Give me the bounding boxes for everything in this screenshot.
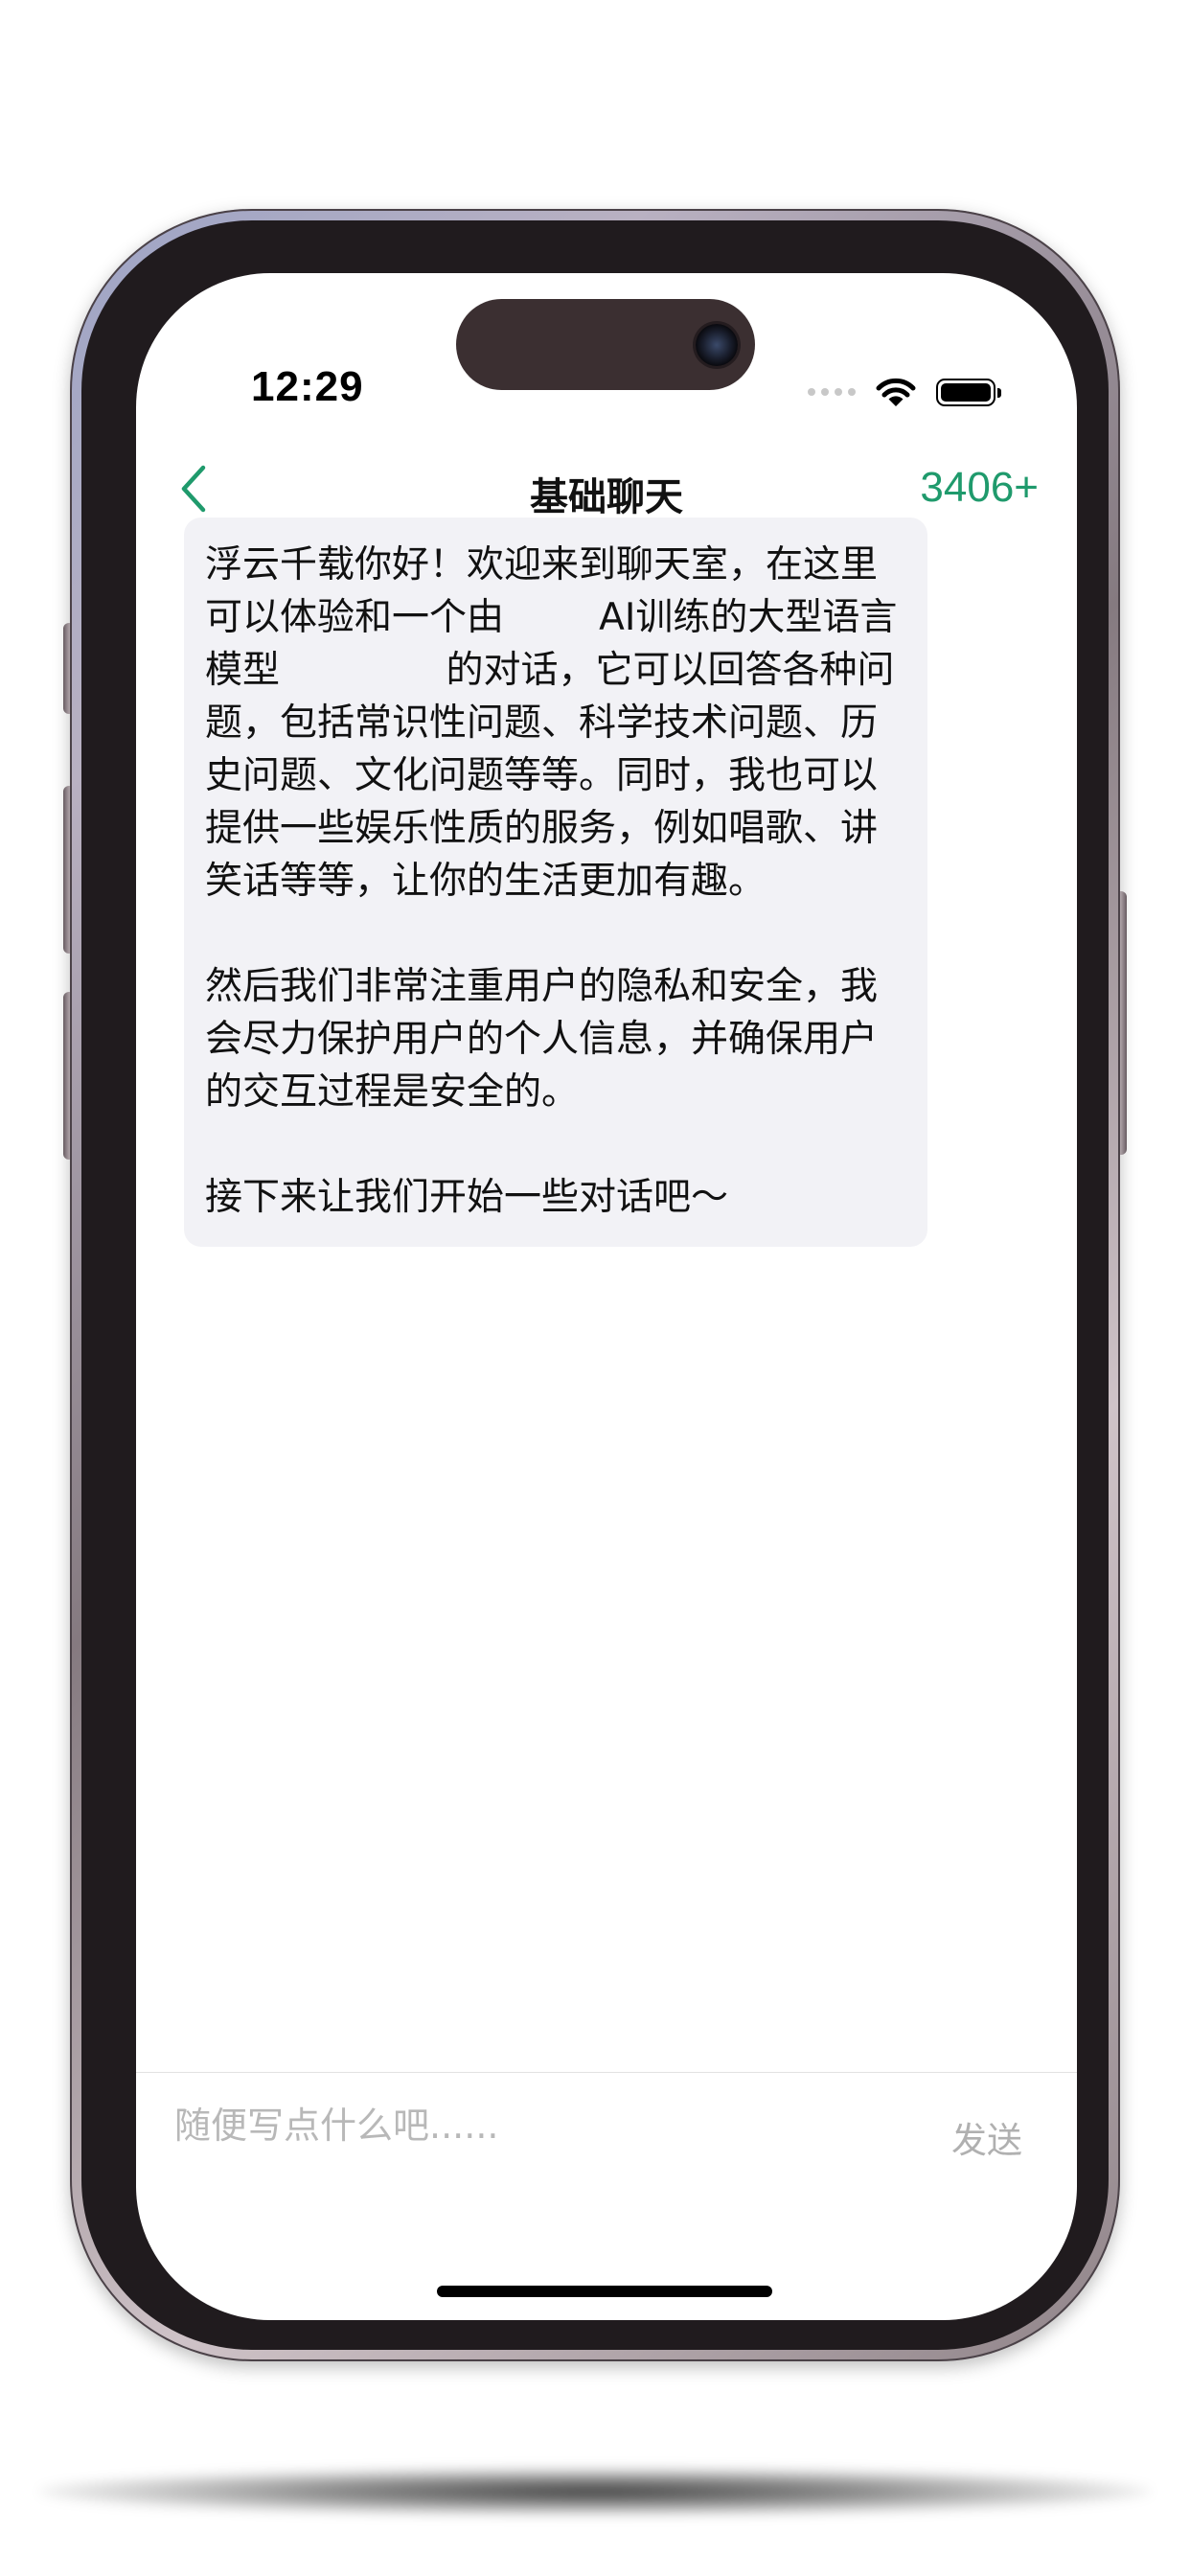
front-camera-icon <box>696 324 738 366</box>
status-time: 12:29 <box>251 363 364 410</box>
phone-frame: 12:29 基础聊天 3406+ 浮云千载你好！欢迎来到聊天室，在这里可以体验和… <box>70 209 1120 2361</box>
home-indicator[interactable] <box>437 2286 772 2297</box>
wifi-icon <box>876 378 916 406</box>
battery-icon <box>936 378 1001 406</box>
message-composer: 发送 <box>136 2072 1077 2178</box>
device-floor-shadow <box>38 2468 1152 2516</box>
message-paragraph: 接下来让我们开始一些对话吧～ <box>205 1176 729 1219</box>
phone-bezel: 12:29 基础聊天 3406+ 浮云千载你好！欢迎来到聊天室，在这里可以体验和… <box>81 220 1109 2350</box>
cellular-signal-icon <box>808 388 856 396</box>
battery-level <box>941 382 991 402</box>
message-paragraph: 浮云千载你好！欢迎来到聊天室，在这里可以体验和一个由 AI训练的大型语言模型 的… <box>205 543 898 903</box>
phone-screen: 12:29 基础聊天 3406+ 浮云千载你好！欢迎来到聊天室，在这里可以体验和… <box>136 273 1077 2320</box>
status-indicators <box>808 373 1001 411</box>
send-button[interactable]: 发送 <box>951 2111 1022 2163</box>
message-paragraph: 然后我们非常注重用户的隐私和安全，我会尽力保护用户的个人信息，并确保用户的交互过… <box>205 965 879 1114</box>
message-input[interactable] <box>174 2102 883 2150</box>
welcome-message-bubble: 浮云千载你好！欢迎来到聊天室，在这里可以体验和一个由 AI训练的大型语言模型 的… <box>184 518 927 1247</box>
dynamic-island <box>456 299 755 390</box>
credit-count[interactable]: 3406+ <box>920 464 1039 512</box>
